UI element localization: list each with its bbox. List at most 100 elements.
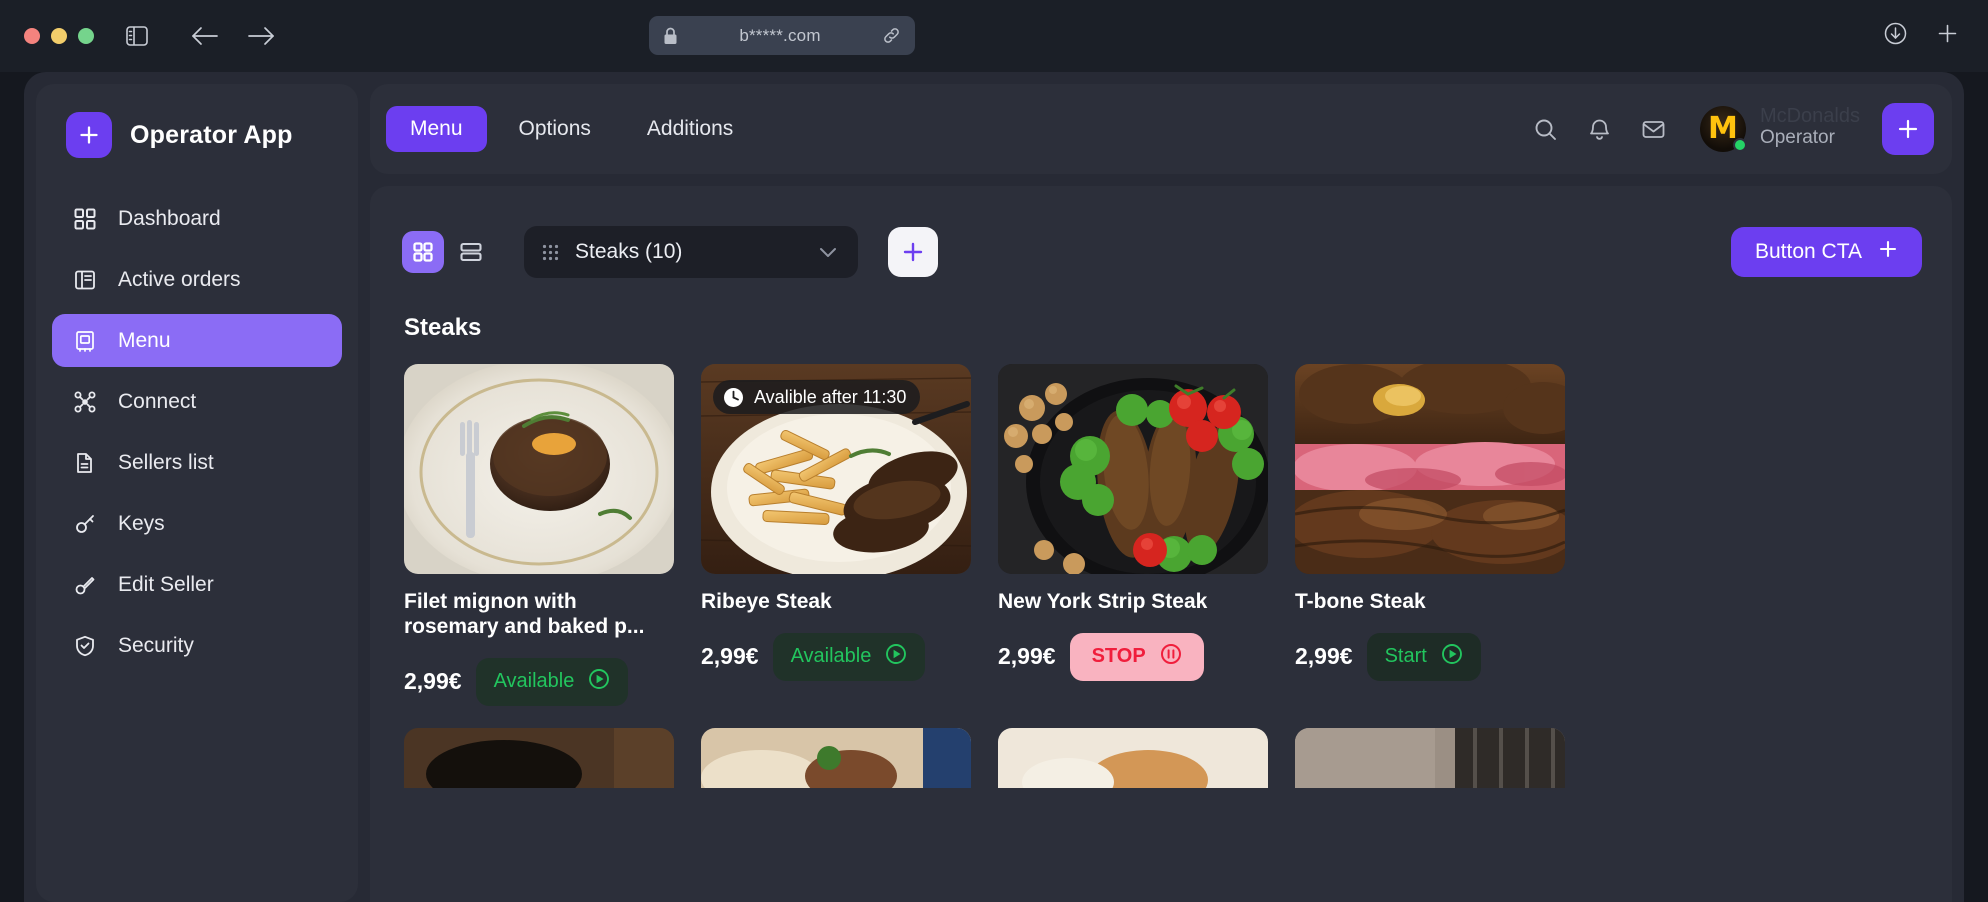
product-card[interactable]: Avalible after 11:30 Ribeye Steak 2,99€ …: [701, 364, 971, 706]
product-footer: 2,99€ Available: [701, 632, 971, 681]
product-grid: Filet mignon with rosemary and baked p..…: [404, 364, 1952, 706]
product-footer: 2,99€ Start: [1295, 632, 1565, 681]
minimize-window-button[interactable]: [51, 28, 67, 44]
pause-circle-icon: [1160, 643, 1182, 671]
tab-additions[interactable]: Additions: [623, 106, 757, 152]
sidebar-item-edit-seller[interactable]: Edit Seller: [52, 558, 342, 611]
product-image: [998, 727, 1268, 788]
product-image: [998, 364, 1268, 574]
view-toggle: [402, 231, 492, 273]
list-view-icon[interactable]: [450, 231, 492, 273]
user-role: Operator: [1759, 127, 1835, 148]
chrome-right-actions: [1878, 16, 1964, 50]
page-title: Steaks: [404, 314, 482, 341]
sidebar-item-label: Connect: [118, 389, 197, 413]
user-org: McDonalds: [1759, 105, 1860, 127]
status-label: Available: [790, 645, 872, 668]
tab-options[interactable]: Options: [495, 106, 615, 152]
key-icon: [72, 511, 98, 537]
user-profile[interactable]: M McDonalds Operator: [1699, 106, 1860, 152]
sidebar-toggle-icon[interactable]: [120, 19, 154, 53]
address-bar[interactable]: b*****.com: [649, 16, 915, 55]
sidebar-item-dashboard[interactable]: Dashboard: [52, 192, 342, 245]
sidebar-item-label: Menu: [118, 328, 171, 352]
sidebar-item-label: Active orders: [118, 267, 241, 291]
product-price: 2,99€: [1295, 643, 1353, 670]
tab-label: Additions: [646, 117, 734, 140]
close-window-button[interactable]: [24, 28, 40, 44]
product-image: Avalible after 11:30: [701, 364, 971, 574]
sidebar-item-active-orders[interactable]: Active orders: [52, 253, 342, 306]
product-title: New York Strip Steak: [998, 590, 1208, 613]
lock-icon: [663, 27, 678, 45]
status-label: STOP: [1091, 645, 1146, 668]
header-add-button[interactable]: [1882, 103, 1934, 155]
user-meta: McDonalds Operator: [1760, 106, 1860, 150]
grid-view-icon[interactable]: [402, 231, 444, 273]
nodes-icon: [72, 389, 98, 415]
sidebar-item-label: Sellers list: [118, 450, 214, 474]
product-card[interactable]: Filet mignon with rosemary and baked p..…: [404, 364, 674, 706]
sidebar-item-label: Edit Seller: [118, 572, 214, 596]
product-image: [1295, 364, 1565, 574]
play-circle-icon: [588, 668, 610, 696]
add-category-button[interactable]: [888, 227, 938, 277]
toolbar: Steaks (10) Button CTA: [370, 186, 1952, 278]
button-cta[interactable]: Button CTA: [1731, 227, 1922, 277]
status-available-button[interactable]: Available: [772, 632, 926, 681]
status-stop-button[interactable]: STOP: [1069, 632, 1204, 681]
brand[interactable]: Operator App: [36, 112, 358, 158]
avatar[interactable]: M: [1699, 106, 1747, 152]
browser-chrome: b*****.com: [0, 0, 1988, 72]
arrow-left-icon[interactable]: [188, 19, 222, 53]
window-controls[interactable]: [24, 28, 94, 44]
sidebar-item-label: Security: [118, 633, 194, 657]
tab-bar: Menu Options Additions: [386, 106, 757, 152]
product-price: 2,99€: [701, 643, 759, 670]
availability-badge: Avalible after 11:30: [713, 380, 921, 414]
bell-icon[interactable]: [1578, 107, 1622, 151]
maximize-window-button[interactable]: [78, 28, 94, 44]
document-icon: [72, 450, 98, 476]
grid-icon: [72, 206, 98, 232]
status-start-button[interactable]: Start: [1366, 632, 1481, 681]
arrow-right-icon[interactable]: [244, 19, 278, 53]
product-image: [1295, 727, 1565, 788]
app-window: Operator App Dashboard Active orders Men…: [24, 72, 1964, 902]
product-card[interactable]: T-bone Steak 2,99€ Start: [1295, 364, 1565, 706]
sidebar-nav: Dashboard Active orders Menu Connect Sel…: [36, 192, 358, 672]
clock-icon: [723, 387, 744, 408]
status-available-button[interactable]: Available: [475, 657, 629, 706]
sidebar-item-security[interactable]: Security: [52, 619, 342, 672]
product-footer: 2,99€ STOP: [998, 632, 1268, 681]
sidebar-item-sellers-list[interactable]: Sellers list: [52, 436, 342, 489]
play-circle-icon: [885, 643, 907, 671]
plus-icon[interactable]: [1930, 16, 1964, 50]
product-title: T-bone Steak: [1295, 590, 1426, 613]
product-grid-row-2: [404, 727, 1952, 788]
download-icon[interactable]: [1878, 16, 1912, 50]
sidebar: Operator App Dashboard Active orders Men…: [36, 84, 358, 902]
sidebar-item-menu[interactable]: Menu: [52, 314, 342, 367]
mail-icon[interactable]: [1632, 107, 1676, 151]
category-dropdown[interactable]: Steaks (10): [524, 226, 858, 278]
category-label: Steaks (10): [575, 240, 683, 263]
app-header: Menu Options Additions M McDonalds Opera…: [370, 84, 1952, 174]
sidebar-item-label: Dashboard: [118, 206, 221, 230]
plus-icon: [1878, 239, 1898, 265]
sidebar-item-connect[interactable]: Connect: [52, 375, 342, 428]
product-card[interactable]: New York Strip Steak 2,99€ STOP: [998, 364, 1268, 706]
sidebar-item-keys[interactable]: Keys: [52, 497, 342, 550]
product-footer: 2,99€ Available: [404, 657, 674, 706]
product-image: [404, 727, 674, 788]
sidebar-item-label: Keys: [118, 511, 165, 535]
search-icon[interactable]: [1524, 107, 1568, 151]
link-icon[interactable]: [882, 26, 901, 45]
book-icon: [72, 267, 98, 293]
brand-name: Operator App: [130, 120, 293, 149]
grip-dots-icon: [542, 244, 559, 261]
menu-book-icon: [72, 328, 98, 354]
content-panel: Steaks (10) Button CTA Steaks Filet mign…: [370, 186, 1952, 902]
tab-menu[interactable]: Menu: [386, 106, 487, 152]
chevron-down-icon: [816, 240, 840, 264]
